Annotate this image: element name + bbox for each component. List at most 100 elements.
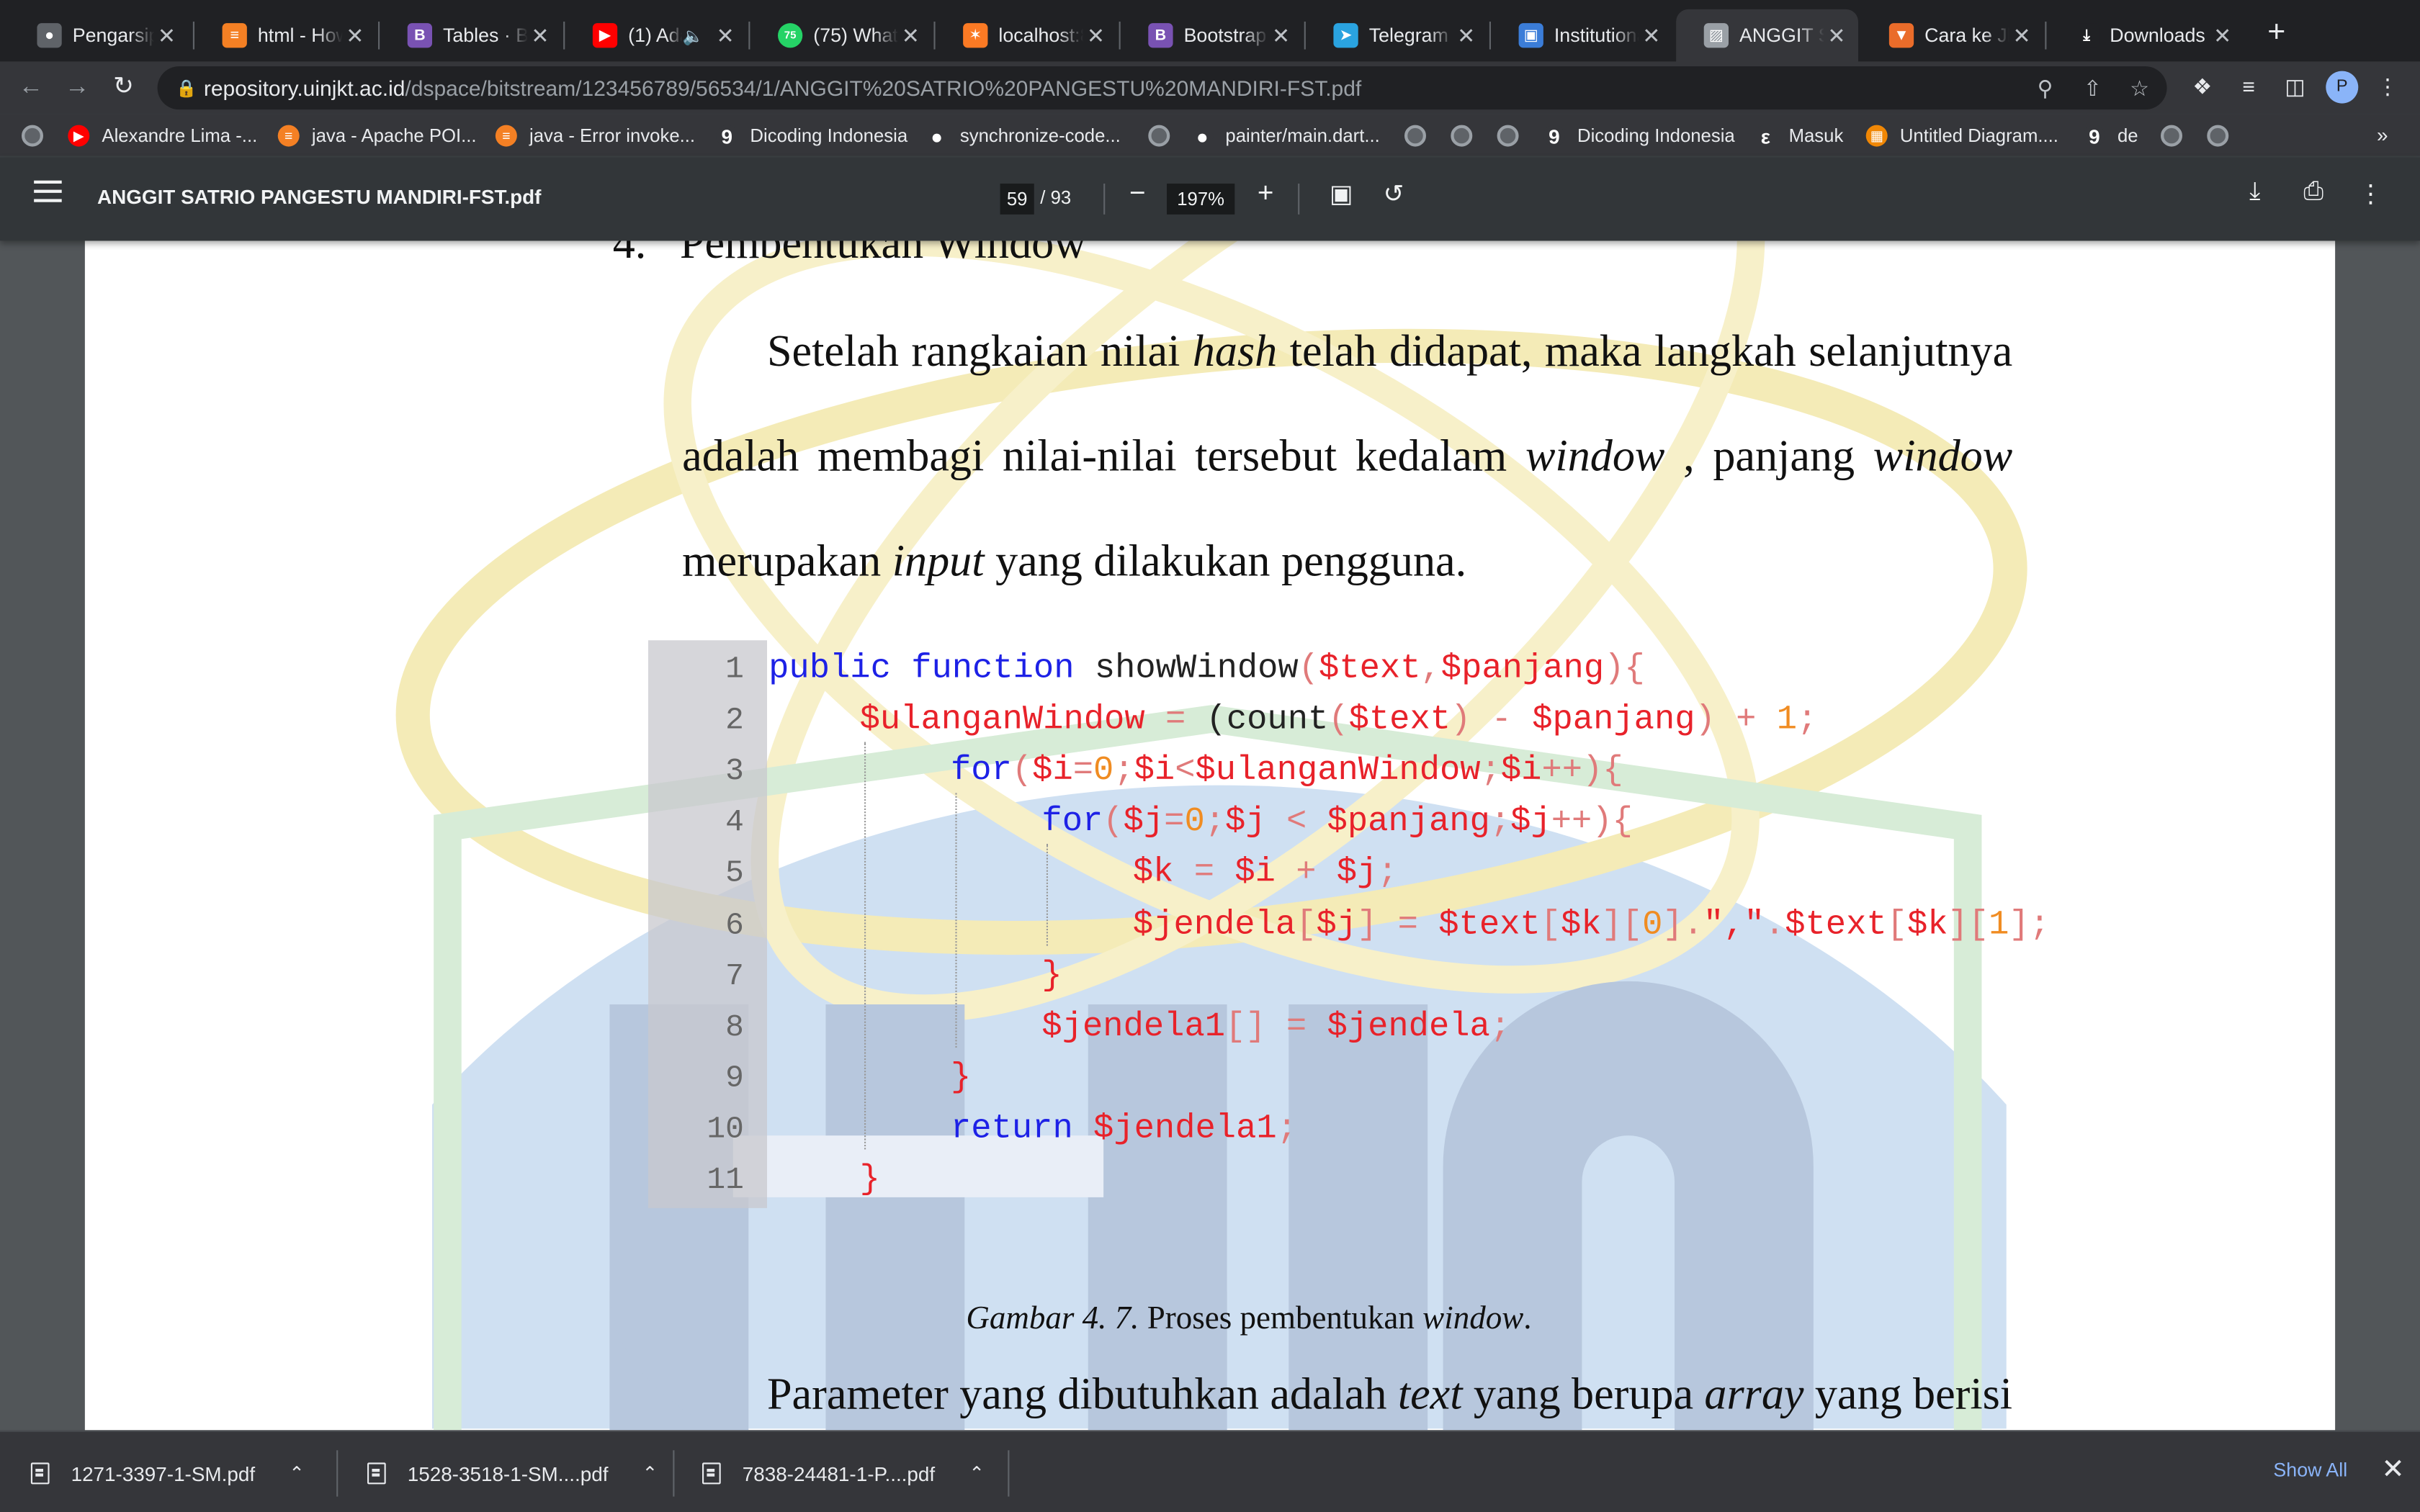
bookmark-item[interactable] <box>1404 123 1438 148</box>
bookmark-item[interactable]: ● painter/main.dart... <box>1191 123 1380 148</box>
zoom-in-button[interactable]: + <box>1250 177 1281 210</box>
new-tab-button[interactable]: + <box>2259 15 2293 50</box>
browser-menu-icon[interactable]: ⋮ <box>2374 74 2402 100</box>
close-tab-icon[interactable]: ✕ <box>898 22 923 48</box>
code-token: [ <box>1886 904 1907 944</box>
speaker-icon[interactable]: 🔈 <box>683 25 704 46</box>
word: membagi <box>817 432 985 482</box>
close-tab-icon[interactable]: ✕ <box>1824 22 1849 48</box>
tab-2[interactable]: ≡ html - How ✕ <box>194 9 377 62</box>
tab-3[interactable]: B Tables · Boo✕ <box>380 9 562 62</box>
youtube-icon: ▶ <box>592 23 618 48</box>
code-token: ++){ <box>1551 802 1633 842</box>
tab-4[interactable]: ▶ (1) Ada🔈 ✕ <box>565 9 747 62</box>
close-tab-icon[interactable]: ✕ <box>1268 22 1293 48</box>
code-token: $k <box>1906 904 1948 944</box>
close-tab-icon[interactable]: ✕ <box>154 22 179 48</box>
download-item[interactable]: 7838-24481-1-P....pdf ⌃ <box>702 1459 985 1488</box>
chevron-up-icon[interactable]: ⌃ <box>642 1462 658 1484</box>
chevron-up-icon[interactable]: ⌃ <box>969 1462 985 1484</box>
close-tab-icon[interactable]: ✕ <box>1454 22 1479 48</box>
word: yang <box>995 536 1083 587</box>
bookmarks-overflow-button[interactable]: » <box>2377 123 2388 146</box>
rotate-icon[interactable]: ↺ <box>1376 179 1410 210</box>
code-token: ]; <box>2009 904 2051 944</box>
bookmark-item[interactable] <box>1148 123 1182 148</box>
word: berisi <box>1913 1369 2013 1420</box>
tab-5[interactable]: 75 (75) Whats✕ <box>750 9 932 62</box>
side-panel-icon[interactable]: ◫ <box>2281 74 2309 100</box>
reload-icon[interactable]: ↻ <box>107 71 140 105</box>
code-token: ; <box>1204 802 1226 842</box>
close-tab-icon[interactable]: ✕ <box>713 22 738 48</box>
close-download-shelf-icon[interactable]: ✕ <box>2381 1454 2404 1486</box>
tab-10[interactable]: ▨ ANGGIT SA✕ <box>1676 9 1858 62</box>
tab-6[interactable]: ✶ localhost:8 ✕ <box>936 9 1118 62</box>
close-tab-icon[interactable]: ✕ <box>2009 22 2034 48</box>
code-token: + <box>1296 853 1337 893</box>
bookmark-label: Untitled Diagram.... <box>1899 125 2058 147</box>
chevron-up-icon[interactable]: ⌃ <box>289 1462 305 1484</box>
tab-12[interactable]: ⤓ Downloads ✕ <box>2046 9 2244 62</box>
tab-8[interactable]: ➤ Telegram W✕ <box>1306 9 1488 62</box>
bookmark-star-icon[interactable]: ☆ <box>2130 66 2149 109</box>
bookmark-item[interactable] <box>2207 123 2241 148</box>
more-options-icon[interactable]: ⋮ <box>2354 179 2388 210</box>
download-icon[interactable]: ⤓ <box>2238 179 2272 207</box>
tab-11[interactable]: ▼ Cara ke Jl K✕ <box>1861 9 2043 62</box>
close-tab-icon[interactable]: ✕ <box>1639 22 1664 48</box>
back-arrow-icon[interactable]: ← <box>14 71 48 105</box>
media-control-icon[interactable]: ≡ <box>2235 74 2263 99</box>
code-token: ; <box>1797 701 1818 739</box>
globe-icon <box>1497 125 1519 147</box>
indent-guide <box>864 742 866 1150</box>
bookmark-label: Alexandre Lima -... <box>102 125 258 147</box>
bookmark-item[interactable]: ≡ java - Apache POI... <box>277 123 477 148</box>
share-icon[interactable]: ⇧ <box>2084 66 2102 109</box>
fit-to-page-icon[interactable]: ▣ <box>1325 179 1358 210</box>
address-bar[interactable]: 🔒 repository.uinjkt.ac.id/dspace/bitstre… <box>157 66 2167 110</box>
hamburger-menu-icon[interactable] <box>34 180 62 202</box>
word: pengguna. <box>1281 536 1467 587</box>
bookmark-item[interactable]: 9 Dicoding Indonesia <box>1543 123 1735 148</box>
code-token: 0 <box>1184 802 1205 842</box>
tab-9[interactable]: ▣ Institutional✕ <box>1491 9 1673 62</box>
print-icon[interactable]: ⎙ <box>2297 179 2331 207</box>
show-all-downloads-link[interactable]: Show All <box>2273 1459 2347 1481</box>
code-token: $text <box>1348 701 1451 739</box>
lock-icon: 🔒 <box>176 80 197 99</box>
bookmark-item[interactable]: ≡ java - Error invoke... <box>495 123 695 148</box>
bookmark-item[interactable] <box>2161 123 2195 148</box>
extensions-puzzle-icon[interactable]: ❖ <box>2189 74 2217 100</box>
bookmark-item[interactable]: ● synchronize-code... <box>926 123 1121 148</box>
bookmark-item[interactable] <box>1497 123 1531 148</box>
bookmark-item[interactable]: ▦ Untitled Diagram.... <box>1865 123 2058 148</box>
tab-title: Pengarsipan <box>72 24 155 47</box>
page-number-input[interactable]: 59 <box>1000 183 1034 215</box>
tab-7[interactable]: B Bootstrap T✕ <box>1121 9 1303 62</box>
zoom-magnifier-icon[interactable]: ⚲ <box>2038 66 2053 109</box>
close-tab-icon[interactable]: ✕ <box>343 22 367 48</box>
profile-avatar[interactable]: P <box>2326 71 2359 104</box>
code-token: $text <box>1319 649 1421 688</box>
bookmark-item[interactable]: 9 Dicoding Indonesia <box>716 123 908 148</box>
bookmark-item[interactable]: ▶ Alexandre Lima -... <box>68 123 257 148</box>
paragraph-line: Parameter yang dibutuhkan adalah text yang ber… <box>767 1370 2012 1421</box>
bootstrap-icon: B <box>1148 23 1173 48</box>
forward-arrow-icon[interactable]: → <box>60 71 94 105</box>
bookmark-item[interactable]: 9 de <box>2083 123 2138 148</box>
download-item[interactable]: 1528-3518-1-SM....pdf ⌃ <box>367 1459 658 1488</box>
pdf-page: 4. Pembentukan Window Setelah rangkaian ni… <box>84 240 2336 1431</box>
close-tab-icon[interactable]: ✕ <box>2210 22 2235 48</box>
bookmark-item[interactable]: ε Masuk <box>1754 123 1843 148</box>
pdf-viewer[interactable]: 4. Pembentukan Window Setelah rangkaian ni… <box>0 240 2420 1431</box>
zoom-out-button[interactable]: − <box>1122 177 1153 210</box>
bookmark-item[interactable] <box>22 123 55 148</box>
zoom-level-input[interactable]: 197% <box>1167 183 1235 215</box>
code-token: $j <box>1336 853 1378 893</box>
bookmark-item[interactable] <box>1451 123 1484 148</box>
tab-1[interactable]: ● Pengarsipan✕ <box>9 9 189 62</box>
close-tab-icon[interactable]: ✕ <box>528 22 552 48</box>
download-item[interactable]: 1271-3397-1-SM.pdf ⌃ <box>30 1459 305 1488</box>
close-tab-icon[interactable]: ✕ <box>1083 22 1108 48</box>
